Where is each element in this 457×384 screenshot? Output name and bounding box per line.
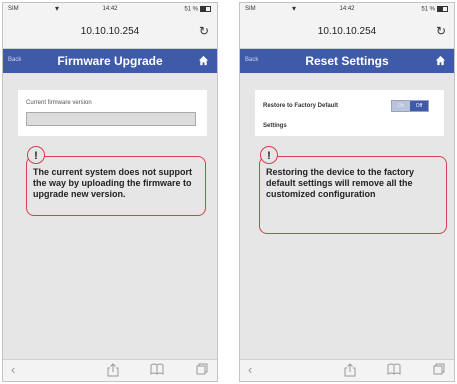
address-bar[interactable]: 10.10.10.254 ↻	[3, 17, 217, 49]
browser-toolbar: ‹	[240, 359, 454, 381]
toggle-off-option[interactable]: Off	[410, 101, 428, 111]
bookmarks-icon[interactable]	[387, 363, 401, 375]
browser-back-icon[interactable]: ‹	[248, 363, 252, 377]
battery-icon	[200, 6, 211, 12]
phone-screen-reset-settings: SIM ▾ 14:42 51 % 10.10.10.254 ↻ Back Res…	[239, 2, 455, 382]
home-icon[interactable]	[435, 55, 446, 66]
home-icon[interactable]	[198, 55, 209, 66]
url-text[interactable]: 10.10.10.254	[240, 26, 454, 37]
warning-notice: ! The current system does not support th…	[26, 146, 206, 216]
battery-percent: 51 %	[184, 6, 198, 13]
factory-reset-label-line2: Settings	[263, 123, 287, 129]
share-icon[interactable]	[344, 363, 356, 377]
warning-text: The current system does not support the …	[33, 167, 193, 199]
browser-toolbar: ‹	[3, 359, 217, 381]
page-title: Firmware Upgrade	[57, 54, 163, 68]
page-title: Reset Settings	[305, 54, 389, 68]
reload-icon[interactable]: ↻	[199, 24, 209, 38]
reload-icon[interactable]: ↻	[436, 24, 446, 38]
factory-reset-toggle[interactable]: On Off	[391, 100, 429, 112]
battery-indicator: 51 %	[184, 6, 211, 13]
warning-icon: !	[260, 146, 278, 164]
factory-reset-label: Restore to Factory Default	[263, 103, 339, 109]
firmware-version-label: Current firmware version	[26, 100, 92, 106]
status-bar: SIM ▾ 14:42 51 %	[240, 3, 454, 17]
firmware-version-field	[26, 112, 196, 126]
phone-screen-firmware-upgrade: SIM ▾ 14:42 51 % 10.10.10.254 ↻ Back Fir…	[2, 2, 218, 382]
browser-back-icon[interactable]: ‹	[11, 363, 15, 377]
bookmarks-icon[interactable]	[150, 363, 164, 375]
warning-notice: ! Restoring the device to the factory de…	[259, 146, 447, 234]
toggle-on-option[interactable]: On	[392, 101, 410, 111]
tabs-icon[interactable]	[196, 363, 208, 375]
warning-text: Restoring the device to the factory defa…	[266, 167, 415, 199]
battery-indicator: 51 %	[421, 6, 448, 13]
factory-reset-card: Restore to Factory Default Settings On O…	[255, 90, 444, 136]
nav-bar: Back Firmware Upgrade	[3, 49, 217, 73]
address-bar[interactable]: 10.10.10.254 ↻	[240, 17, 454, 49]
firmware-version-card: Current firmware version	[18, 90, 207, 136]
battery-percent: 51 %	[421, 6, 435, 13]
battery-icon	[437, 6, 448, 12]
url-text[interactable]: 10.10.10.254	[3, 26, 217, 37]
status-bar: SIM ▾ 14:42 51 %	[3, 3, 217, 17]
nav-bar: Back Reset Settings	[240, 49, 454, 73]
warning-icon: !	[27, 146, 45, 164]
tabs-icon[interactable]	[433, 363, 445, 375]
share-icon[interactable]	[107, 363, 119, 377]
